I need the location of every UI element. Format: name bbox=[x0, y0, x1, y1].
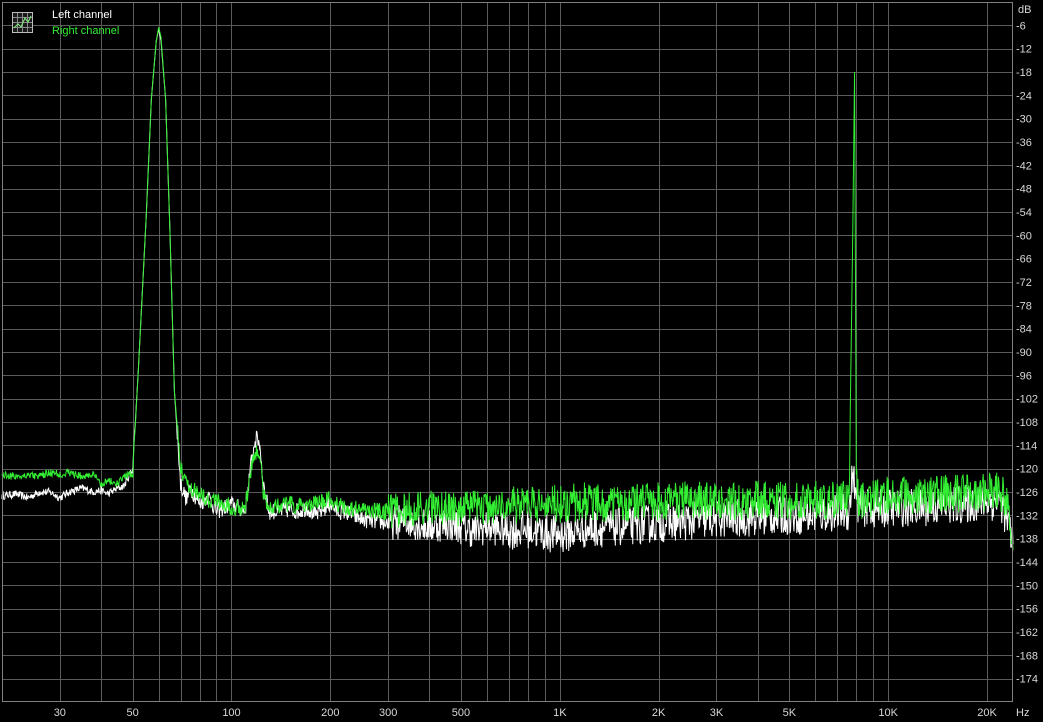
y-tick-label: -162 bbox=[1016, 627, 1038, 639]
y-tick-label: -24 bbox=[1016, 90, 1032, 102]
y-tick-label: -144 bbox=[1016, 557, 1038, 569]
y-tick-label: -84 bbox=[1016, 324, 1032, 336]
spectrum-window-icon bbox=[12, 12, 33, 33]
spectrum-chart: 30 50 100 200 300 500 1K 2K 3K 5K 10K 20K -6 -12 -18-… bbox=[0, 0, 1043, 722]
y-tick-label: -54 bbox=[1016, 207, 1032, 219]
x-tick-label: 200 bbox=[321, 707, 339, 719]
legend-entry: Right channel bbox=[52, 25, 119, 37]
y-tick-label: -126 bbox=[1016, 487, 1038, 499]
x-tick-label: 3K bbox=[710, 707, 724, 719]
y-tick-label: -6 bbox=[1016, 20, 1026, 32]
y-tick-label: -12 bbox=[1016, 44, 1032, 56]
x-axis: 30 50 100 200 300 500 1K 2K 3K 5K 10K 20K bbox=[54, 707, 998, 719]
y-tick-label: -108 bbox=[1016, 417, 1038, 429]
y-tick-label: -78 bbox=[1016, 300, 1032, 312]
y-tick-label: -132 bbox=[1016, 510, 1038, 522]
y-tick-label: -156 bbox=[1016, 604, 1038, 616]
x-unit-label: Hz bbox=[1016, 707, 1029, 719]
y-tick-label: -150 bbox=[1016, 580, 1038, 592]
x-tick-label: 5K bbox=[783, 707, 797, 719]
x-tick-label: 10K bbox=[878, 707, 898, 719]
y-tick-label: -42 bbox=[1016, 160, 1032, 172]
y-tick-label: -96 bbox=[1016, 370, 1032, 382]
y-tick-label: -174 bbox=[1016, 674, 1038, 686]
x-tick-label: 100 bbox=[222, 707, 240, 719]
y-tick-label: -114 bbox=[1016, 440, 1037, 452]
y-tick-label: -60 bbox=[1016, 230, 1032, 242]
y-tick-label: -30 bbox=[1016, 114, 1032, 126]
y-tick-label: -168 bbox=[1016, 650, 1038, 662]
x-tick-label: 30 bbox=[54, 707, 66, 719]
y-tick-label: -90 bbox=[1016, 347, 1032, 359]
y-tick-label: -138 bbox=[1016, 534, 1038, 546]
x-tick-label: 1K bbox=[553, 707, 567, 719]
y-tick-label: -48 bbox=[1016, 184, 1032, 196]
y-tick-label: -120 bbox=[1016, 464, 1038, 476]
y-unit-label: dB bbox=[1018, 4, 1031, 16]
spectrum-plot: 30 50 100 200 300 500 1K 2K 3K 5K 10K 20K -6-12-18-… bbox=[1, 2, 1038, 719]
y-tick-label: -36 bbox=[1016, 137, 1032, 149]
x-tick-label: 20K bbox=[977, 707, 997, 719]
legend-entry: Left channel bbox=[52, 9, 112, 21]
y-tick-label: -102 bbox=[1016, 394, 1038, 406]
y-tick-label: -66 bbox=[1016, 254, 1032, 266]
y-tick-label: -72 bbox=[1016, 277, 1032, 289]
x-tick-label: 300 bbox=[379, 707, 397, 719]
x-tick-label: 500 bbox=[452, 707, 470, 719]
y-tick-label: -18 bbox=[1016, 67, 1032, 79]
x-tick-label: 50 bbox=[127, 707, 139, 719]
x-tick-label: 2K bbox=[652, 707, 666, 719]
y-axis: -6 -12 -18 -24 -30 -36 -42 -48 -54 -60 -66 -72 -78 -8… bbox=[1016, 20, 1038, 685]
